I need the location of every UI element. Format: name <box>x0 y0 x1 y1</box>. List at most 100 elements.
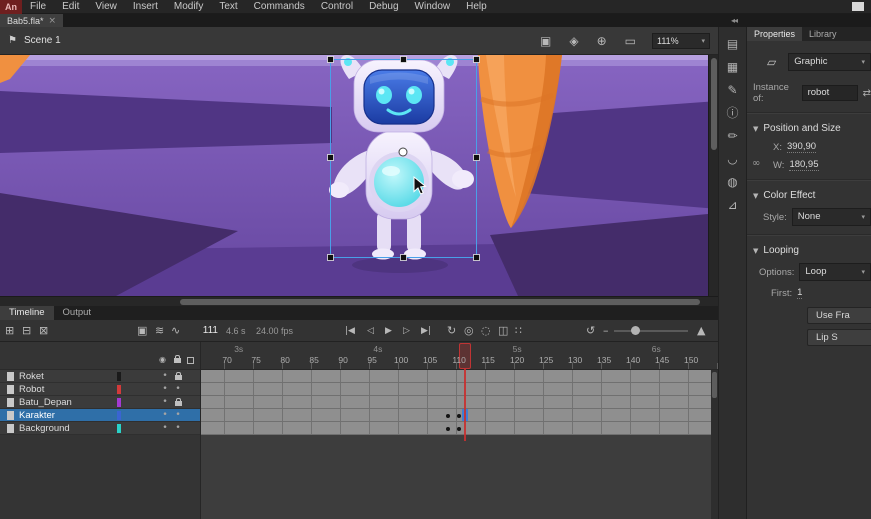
ruler-panel-icon[interactable]: ✎ <box>723 81 743 99</box>
selection-handle[interactable] <box>474 255 480 261</box>
style-dropdown[interactable]: None ▾ <box>792 208 871 226</box>
layer-lock-dot[interactable]: • <box>173 422 183 435</box>
align-panel-icon[interactable]: ▦ <box>723 58 743 76</box>
menu-item-commands[interactable]: Commands <box>246 0 313 14</box>
layer-row-roket[interactable]: Roket• <box>0 370 200 383</box>
tab-properties[interactable]: Properties <box>747 27 802 41</box>
onion-skin-outlines-button[interactable]: ◌ <box>481 320 491 342</box>
center-stage-icon[interactable]: ⊕ <box>597 27 607 55</box>
menu-item-edit[interactable]: Edit <box>54 0 87 14</box>
selection-handle[interactable] <box>328 155 334 161</box>
scrollbar-thumb[interactable] <box>180 299 700 305</box>
clip-content-icon[interactable]: ▭ <box>625 27 636 55</box>
menu-item-window[interactable]: Window <box>407 0 459 14</box>
tab-library[interactable]: Library <box>802 27 844 41</box>
selection-handle[interactable] <box>401 255 407 261</box>
w-value-field[interactable]: 180,95 <box>789 159 818 171</box>
edit-multiple-frames-button[interactable]: ◫ <box>498 320 508 342</box>
scene-breadcrumb[interactable]: Scene 1 <box>24 35 61 46</box>
tab-output[interactable]: Output <box>54 306 101 320</box>
reset-timeline-zoom-button[interactable]: ↺ <box>586 320 595 342</box>
layer-visibility-dot[interactable]: • <box>160 383 170 396</box>
instance-name-field[interactable]: robot <box>802 85 858 101</box>
keyframe-marker[interactable] <box>446 414 450 418</box>
loop-playback-button[interactable]: ↻ <box>447 320 456 342</box>
menu-item-insert[interactable]: Insert <box>125 0 166 14</box>
show-graph-button[interactable]: ∿ <box>171 320 180 342</box>
scrollbar-thumb[interactable] <box>711 58 717 150</box>
brush-panel-icon[interactable]: ✏ <box>723 127 743 145</box>
menu-item-text[interactable]: Text <box>211 0 245 14</box>
camera-panel-icon[interactable]: ▤ <box>723 35 743 53</box>
selection-handle[interactable] <box>474 57 480 63</box>
selection-handle[interactable] <box>328 57 334 63</box>
go-to-first-frame-button[interactable]: |◀ <box>345 320 355 342</box>
web-panel-icon[interactable]: ◍ <box>723 173 743 191</box>
step-back-button[interactable]: ◁ <box>367 320 374 342</box>
stage-area[interactable] <box>0 55 718 296</box>
menu-item-modify[interactable]: Modify <box>166 0 211 14</box>
show-hide-all-layers-icon[interactable]: ◉ <box>159 355 166 364</box>
go-to-last-frame-button[interactable]: ▶| <box>421 320 431 342</box>
layer-visibility-dot[interactable]: • <box>160 396 170 409</box>
selection-handle[interactable] <box>401 57 407 63</box>
new-layer-button[interactable]: ⊞ <box>5 320 14 342</box>
frame-row-robot[interactable] <box>201 383 718 396</box>
tab-timeline[interactable]: Timeline <box>0 306 54 320</box>
use-frame-picker-button[interactable]: Use Fra <box>807 307 871 324</box>
stage-vertical-scrollbar[interactable] <box>708 55 718 296</box>
zoom-level-dropdown[interactable]: 111% ▾ <box>652 33 710 49</box>
frame-row-roket[interactable] <box>201 370 718 383</box>
zoom-out-timeline-button[interactable]: – <box>603 320 609 342</box>
layer-visibility-dot[interactable]: • <box>160 409 170 422</box>
selection-handle[interactable] <box>328 255 334 261</box>
graph-panel-icon[interactable]: ⊿ <box>723 196 743 214</box>
camera-tool-icon[interactable]: ▣ <box>540 27 551 55</box>
x-value-field[interactable]: 390,90 <box>787 141 816 153</box>
workspace-icon[interactable] <box>852 2 864 11</box>
timeline-zoom-knob[interactable] <box>631 326 640 335</box>
playhead-line[interactable] <box>464 369 466 441</box>
document-tab[interactable]: Bab5.fla* × <box>0 14 63 27</box>
layer-visibility-dot[interactable]: • <box>160 422 170 435</box>
stage-canvas[interactable] <box>0 55 718 296</box>
snap-panel-icon[interactable]: ◡ <box>723 150 743 168</box>
layer-row-batu_depan[interactable]: Batu_Depan• <box>0 396 200 409</box>
layer-row-karakter[interactable]: Karakter•• <box>0 409 200 422</box>
new-folder-button[interactable]: ⊟ <box>22 320 31 342</box>
scrollbar-thumb[interactable] <box>712 372 717 398</box>
frame-row-background[interactable] <box>201 422 718 435</box>
layer-row-robot[interactable]: Robot•• <box>0 383 200 396</box>
menu-item-help[interactable]: Help <box>458 0 495 14</box>
section-position-size[interactable]: ▼ Position and Size <box>747 119 871 138</box>
modify-markers-button[interactable]: ∷ <box>515 320 522 342</box>
layer-lock-dot[interactable]: • <box>173 383 183 396</box>
play-button[interactable]: ▶ <box>385 320 392 342</box>
layer-lock-icon[interactable] <box>175 401 182 406</box>
delete-layer-button[interactable]: ⊠ <box>39 320 48 342</box>
layer-row-background[interactable]: Background•• <box>0 422 200 435</box>
section-looping[interactable]: ▼ Looping <box>747 241 871 260</box>
first-frame-field[interactable]: 1 <box>797 287 802 299</box>
add-camera-button[interactable]: ▣ <box>137 320 147 342</box>
lip-syncing-button[interactable]: Lip S <box>807 329 871 346</box>
timeline-zoom-slider[interactable] <box>614 330 688 332</box>
frame-ruler[interactable]: 3s4s5s6s70758085909510010511011512012513… <box>201 342 718 370</box>
swap-symbol-icon[interactable]: ⇄ <box>863 88 871 99</box>
stage-horizontal-scrollbar[interactable] <box>0 296 718 306</box>
collapse-panels-icon[interactable]: ◂◂ <box>731 16 737 25</box>
frame-rate[interactable]: 24.00 fps <box>256 320 293 342</box>
lock-all-layers-icon[interactable] <box>174 358 181 363</box>
menu-item-view[interactable]: View <box>87 0 125 14</box>
layer-depth-button[interactable]: ≋ <box>155 320 164 342</box>
frame-view-button[interactable]: ▲ <box>697 320 705 342</box>
onion-skin-button[interactable]: ◎ <box>464 320 474 342</box>
symbol-type-dropdown[interactable]: Graphic ▾ <box>788 53 871 71</box>
loop-options-dropdown[interactable]: Loop ▾ <box>799 263 871 281</box>
app-logo[interactable]: An <box>0 0 22 14</box>
outline-all-layers-icon[interactable] <box>187 357 194 364</box>
current-frame-indicator[interactable]: 111 <box>194 320 218 342</box>
layer-lock-dot[interactable]: • <box>173 409 183 422</box>
layer-visibility-dot[interactable]: • <box>160 370 170 383</box>
menu-item-debug[interactable]: Debug <box>361 0 406 14</box>
